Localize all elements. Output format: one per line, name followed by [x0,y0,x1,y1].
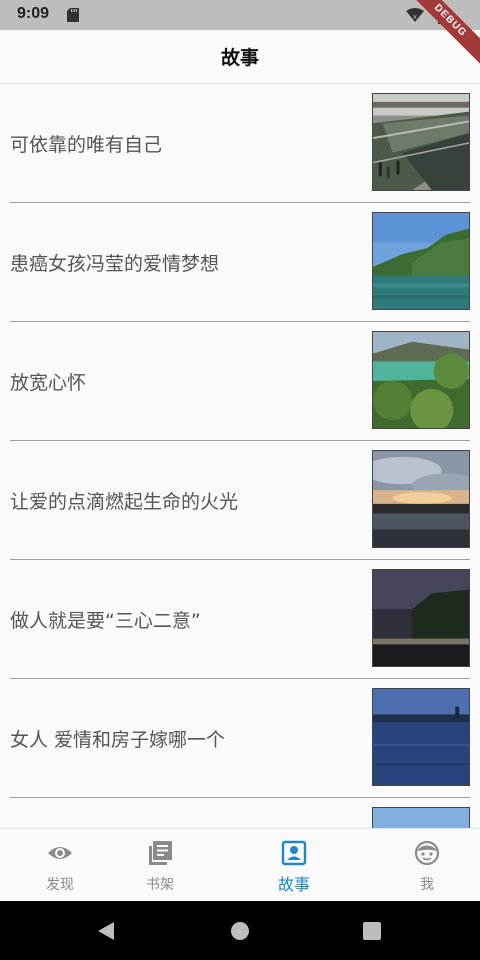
story-list-item[interactable] [10,798,470,828]
story-title: 可依靠的唯有自己 [10,134,163,156]
story-thumbnail [372,807,470,828]
story-title: 女人 爱情和房子嫁哪一个 [10,729,226,751]
app-bar: 故事 [0,30,480,84]
story-list-item[interactable]: 做人就是要“三心二意” [10,560,470,679]
svg-text:x: x [413,13,417,21]
nav-item-stories[interactable]: 故事 [234,829,354,902]
back-icon[interactable] [96,921,116,941]
bottom-navigation: 发现 书架 故事 我 [0,828,480,901]
story-title: 患癌女孩冯莹的爱情梦想 [10,253,220,275]
story-thumbnail [372,93,470,191]
story-list[interactable]: 可依靠的唯有自己 患癌女孩冯莹的爱情梦想 放宽心怀 让爱的点滴燃起生命的火光 做… [0,84,480,828]
nav-label: 故事 [277,875,310,894]
story-list-item[interactable]: 放宽心怀 [10,322,470,441]
story-thumbnail [372,688,470,786]
nav-item-bookshelf[interactable]: 书架 [100,829,220,902]
status-time: 9:09 [17,5,50,22]
bookshelf-icon [149,841,172,865]
sd-card-icon [67,8,79,22]
status-bar: 9:09 x [0,0,480,30]
contact-card-icon [281,840,307,866]
story-title: 放宽心怀 [10,372,87,394]
story-title: 让爱的点滴燃起生命的火光 [10,491,239,513]
home-icon[interactable] [230,921,250,941]
nav-label: 书架 [146,877,174,893]
story-title: 做人就是要“三心二意” [10,610,201,632]
story-thumbnail [372,331,470,429]
story-list-item[interactable]: 让爱的点滴燃起生命的火光 [10,441,470,560]
system-navigation-bar [0,901,480,960]
face-icon [414,840,440,866]
app-screen: 9:09 x DEBUG 故事 可依靠的唯有自己 患癌女孩冯莹的爱情梦想 放宽心… [0,0,480,960]
recents-icon[interactable] [363,922,381,940]
page-title: 故事 [220,47,259,69]
story-list-item[interactable]: 可依靠的唯有自己 [10,84,470,203]
nav-item-me[interactable]: 我 [367,829,480,902]
story-thumbnail [372,450,470,548]
nav-label: 我 [420,877,434,893]
story-list-item[interactable]: 患癌女孩冯莹的爱情梦想 [10,203,470,322]
eye-icon [48,847,72,859]
story-thumbnail [372,569,470,667]
story-list-item[interactable]: 女人 爱情和房子嫁哪一个 [10,679,470,798]
wifi-icon: x [406,8,424,22]
story-thumbnail [372,212,470,310]
